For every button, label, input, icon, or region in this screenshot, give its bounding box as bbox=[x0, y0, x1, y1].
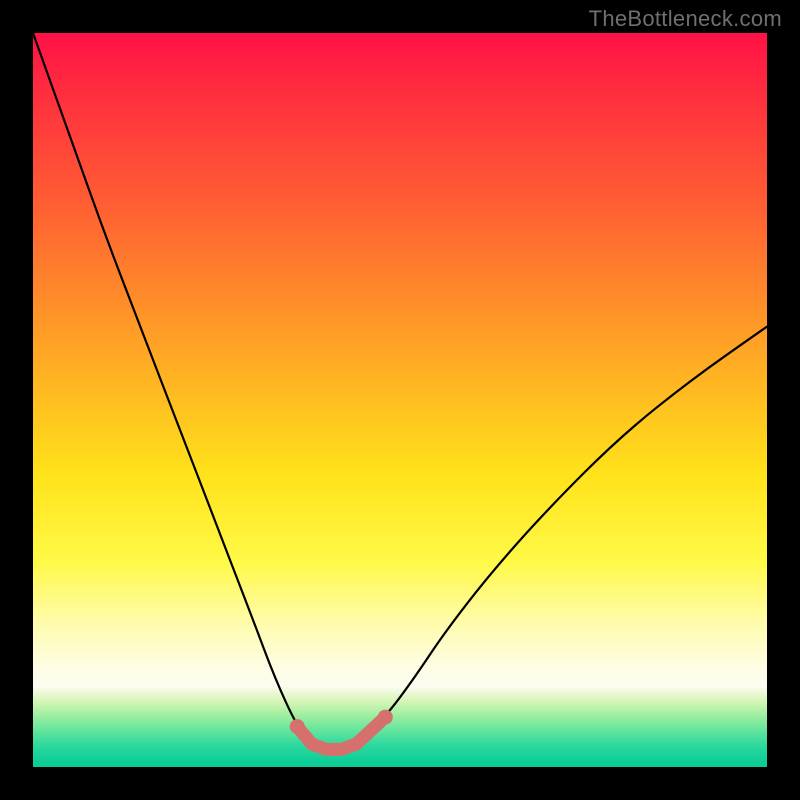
watermark-text: TheBottleneck.com bbox=[589, 6, 782, 32]
bottleneck-curve bbox=[33, 33, 767, 749]
optimal-zone-handle-left bbox=[290, 719, 305, 734]
chart-svg bbox=[33, 33, 767, 767]
optimal-zone-handle-right bbox=[378, 710, 393, 725]
plot-area bbox=[33, 33, 767, 767]
chart-frame: TheBottleneck.com bbox=[0, 0, 800, 800]
optimal-zone-overlay bbox=[297, 717, 385, 749]
